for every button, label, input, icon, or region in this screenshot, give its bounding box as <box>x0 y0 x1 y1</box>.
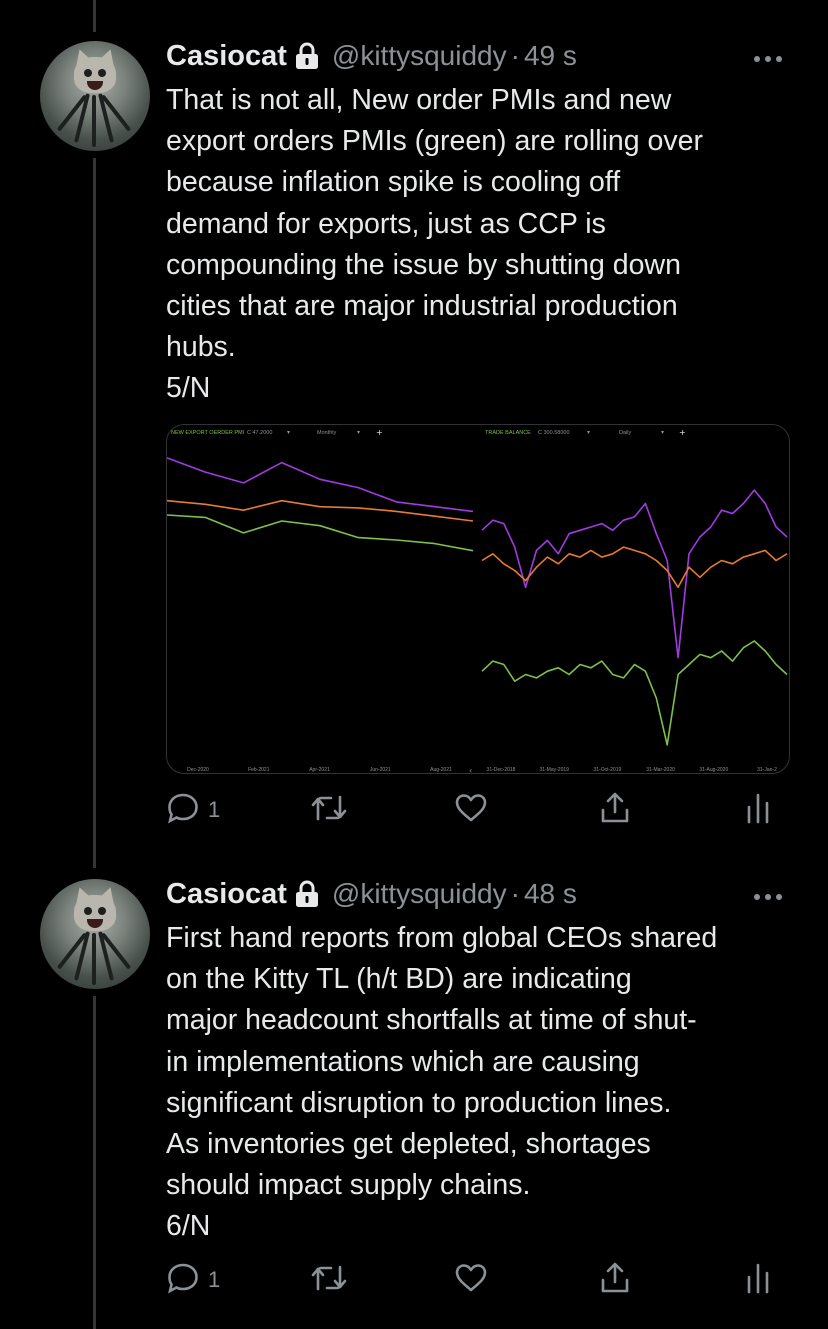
reply-icon <box>166 1261 200 1300</box>
more-icon[interactable] <box>752 889 784 900</box>
left-x-axis: Dec-2020 Feb-2021 Apr-2021 Jun-2021 Aug-2021 <box>187 767 452 773</box>
series-line-orange <box>167 499 474 522</box>
chart-period: Daily <box>619 430 631 436</box>
separator-dot: · <box>510 40 520 71</box>
x-tick-label: Dec-2020 <box>187 767 209 773</box>
lock-icon <box>294 42 320 70</box>
avatar[interactable] <box>40 41 150 151</box>
reply-count: 1 <box>208 797 221 822</box>
analytics-button[interactable] <box>744 1260 772 1300</box>
share-button[interactable] <box>598 790 632 830</box>
dropdown-icon: ▾ <box>357 429 360 436</box>
dropdown-icon: ▾ <box>587 429 590 436</box>
chart-period: Monthly <box>317 430 337 436</box>
dropdown-icon: ▾ <box>287 429 290 436</box>
chart-title: NEW EXPORT OERDER PMI <box>171 430 245 436</box>
reply-icon <box>166 791 200 830</box>
cat-eye <box>98 907 106 915</box>
x-tick-label: 31-Aug-2020 <box>699 767 728 773</box>
chart-title: TRADE BALANCE <box>485 430 531 436</box>
chart-value: C 300.58000 <box>538 430 570 436</box>
like-icon <box>454 791 488 830</box>
series-line-purple <box>167 457 474 513</box>
retweet-button[interactable] <box>310 790 348 830</box>
x-tick-label: 31-Oct-2019 <box>594 767 622 773</box>
retweet-button[interactable] <box>310 1260 348 1300</box>
right-x-axis: 31-Dec-2018 31-May-2019 31-Oct-2019 31-Mar-… <box>487 767 778 773</box>
tweet[interactable]: Casiocat @kittysquiddy · 48 s First hand… <box>0 838 828 1329</box>
left-panel-header: NEW EXPORT OERDER PMI C 47.2000 ▾ Monthl… <box>171 428 383 437</box>
retweet-icon <box>310 791 348 830</box>
more-icon[interactable] <box>752 51 784 62</box>
separator-dot: · <box>510 878 520 909</box>
analytics-button[interactable] <box>744 790 772 830</box>
action-bar: 1 <box>166 1260 788 1300</box>
plus-icon: + <box>679 428 686 437</box>
tweet-header: Casiocat @kittysquiddy · 48 s <box>166 874 577 914</box>
cat-eye <box>84 907 92 915</box>
cat-eye <box>98 69 106 77</box>
x-tick-label: Jun-2021 <box>370 767 391 773</box>
nav-back-icon: ‹ <box>469 766 472 773</box>
like-icon <box>454 1261 488 1300</box>
x-tick-label: 31-May-2019 <box>539 767 569 773</box>
series-line-green <box>167 514 474 552</box>
share-button[interactable] <box>598 1260 632 1300</box>
tweet[interactable]: Casiocat @kittysquiddy · 49 s That is no… <box>0 0 828 860</box>
right-panel-header: TRADE BALANCE C 300.58000 ▾ Daily ▾ + <box>485 428 686 437</box>
reply-button[interactable]: 1 <box>166 790 220 830</box>
x-tick-label: 31-Mar-2020 <box>646 767 675 773</box>
plus-icon: + <box>376 428 383 437</box>
x-tick-label: Feb-2021 <box>248 767 270 773</box>
lock-icon <box>294 880 320 908</box>
tweet-header: Casiocat @kittysquiddy · 49 s <box>166 36 577 76</box>
series-line-green <box>481 640 788 746</box>
analytics-icon <box>744 1261 772 1300</box>
avatar[interactable] <box>40 879 150 989</box>
dropdown-icon: ▾ <box>661 429 664 436</box>
timestamp[interactable]: 48 s <box>524 878 577 910</box>
like-button[interactable] <box>454 1260 488 1300</box>
tweet-text: First hand reports from global CEOs shar… <box>166 922 718 1243</box>
x-tick-label: 31-Dec-2018 <box>487 767 516 773</box>
left-plot <box>167 457 474 552</box>
timestamp[interactable]: 49 s <box>524 40 577 72</box>
reply-count: 1 <box>208 1267 221 1292</box>
chart-svg: NEW EXPORT OERDER PMI C 47.2000 ▾ Monthl… <box>167 428 788 773</box>
chart-value: C 47.2000 <box>247 430 272 436</box>
retweet-icon <box>310 1261 348 1300</box>
like-button[interactable] <box>454 790 488 830</box>
display-name[interactable]: Casiocat <box>166 40 287 73</box>
tentacle <box>92 933 96 985</box>
x-tick-label: 31-Jan-2 <box>757 767 777 773</box>
share-icon <box>598 1260 632 1301</box>
x-tick-label: Aug-2021 <box>430 767 452 773</box>
action-bar: 1 <box>166 790 788 830</box>
display-name[interactable]: Casiocat <box>166 878 287 911</box>
right-plot <box>481 489 788 746</box>
tweet-image-chart[interactable]: NEW EXPORT OERDER PMI C 47.2000 ▾ Monthl… <box>166 424 790 774</box>
reply-button[interactable]: 1 <box>166 1260 220 1300</box>
series-line-purple <box>481 489 788 659</box>
x-tick-label: Apr-2021 <box>309 767 330 773</box>
user-handle[interactable]: @kittysquiddy <box>332 40 507 72</box>
tentacle <box>92 95 96 147</box>
cat-eye <box>84 69 92 77</box>
user-handle[interactable]: @kittysquiddy <box>332 878 507 910</box>
tweet-text: That is not all, New order PMIs and new … <box>166 84 703 405</box>
share-icon <box>598 790 632 831</box>
analytics-icon <box>744 791 772 830</box>
